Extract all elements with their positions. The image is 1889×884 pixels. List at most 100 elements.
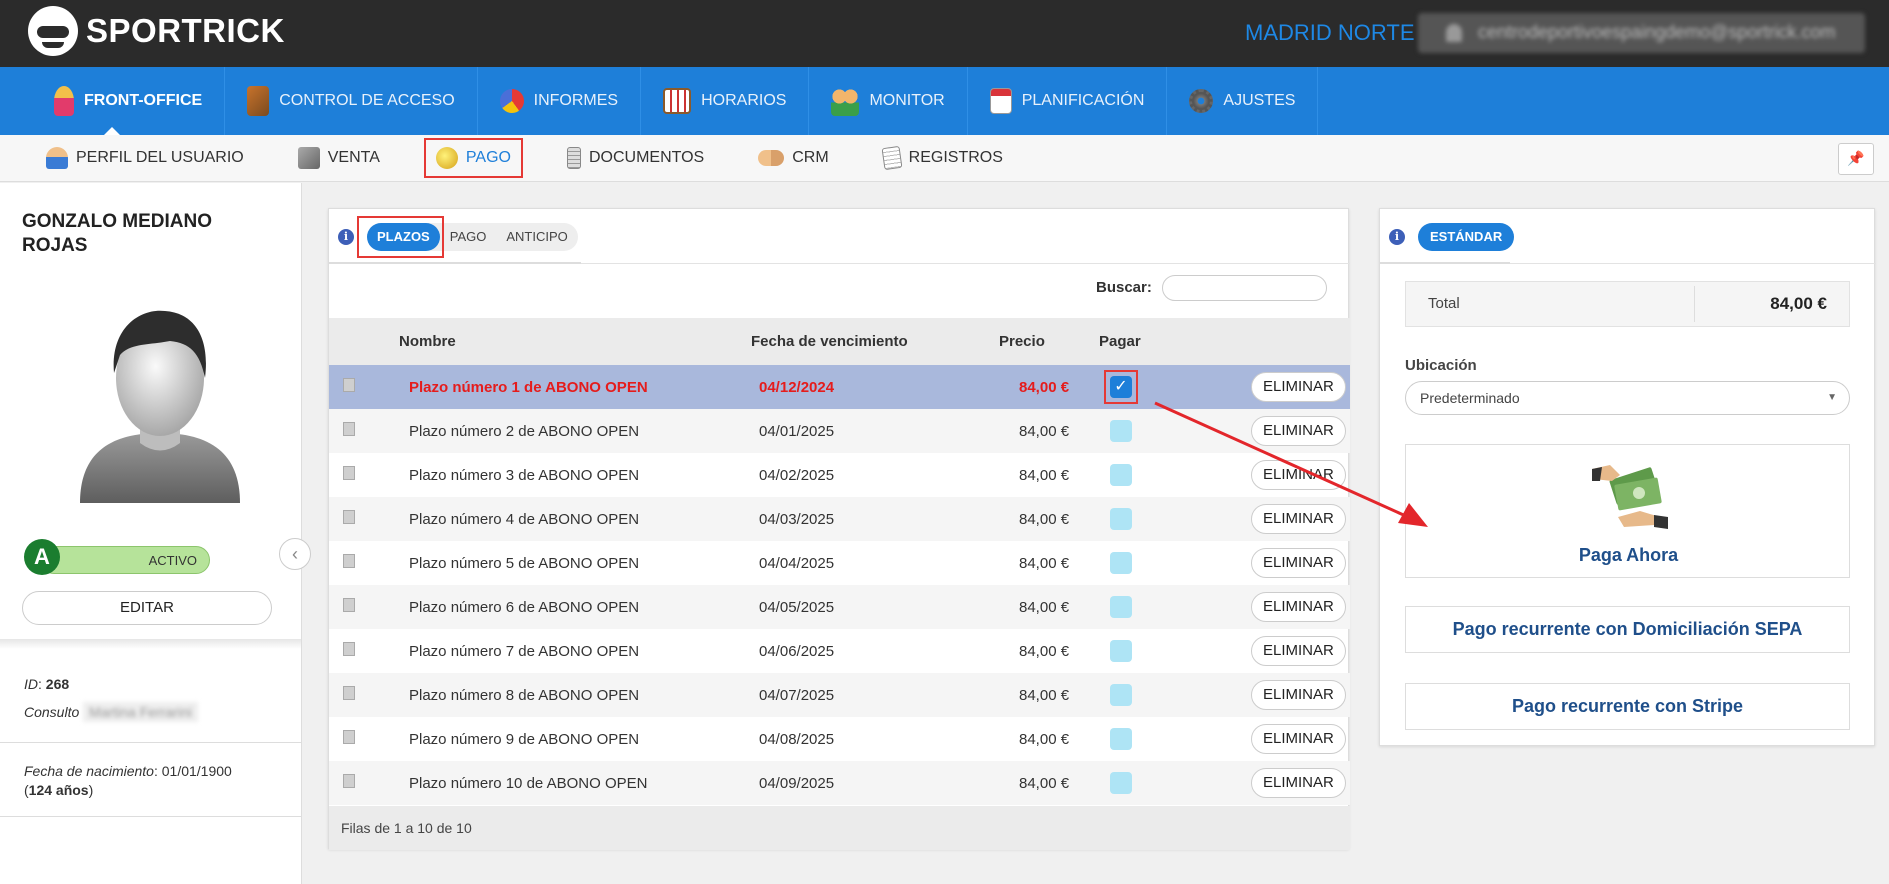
delete-button[interactable]: ELIMINAR (1251, 768, 1346, 798)
row-price: 84,00 € (999, 673, 1099, 717)
customer-birth: Fecha de nacimiento: 01/01/1900 (124 años… (24, 763, 232, 798)
edit-button[interactable]: EDITAR (22, 591, 272, 625)
checkout-tabs: i ESTÁNDAR (1380, 209, 1876, 264)
subnav-venta[interactable]: VENTA (288, 138, 390, 178)
cash-register-icon (297, 147, 320, 169)
row-icon-cell (329, 585, 399, 629)
subnav-perfil[interactable]: PERFIL DEL USUARIO (36, 138, 254, 178)
nav-monitor[interactable]: MONITOR (809, 67, 968, 135)
delete-button[interactable]: ELIMINAR (1251, 416, 1346, 446)
money-hands-icon (1592, 465, 1668, 529)
delete-button[interactable]: ELIMINAR (1251, 592, 1346, 622)
table-row[interactable]: Plazo número 3 de ABONO OPEN 04/02/2025 84… (329, 453, 1350, 497)
pay-checkbox[interactable] (1110, 552, 1132, 574)
sub-nav: PERFIL DEL USUARIO VENTA PAGO DOCUMENTOS… (0, 135, 1889, 182)
subnav-crm[interactable]: CRM (748, 138, 838, 178)
row-due-date: 04/06/2025 (759, 642, 835, 660)
coin-icon (435, 147, 458, 169)
id-value: 268 (45, 676, 70, 692)
table-row[interactable]: Plazo número 10 de ABONO OPEN 04/09/2025 8… (329, 761, 1350, 805)
row-price: 84,00 € (999, 497, 1099, 541)
customer-name: GONZALO MEDIANO ROJAS (22, 211, 212, 256)
pay-checkbox[interactable]: ✓ (1110, 376, 1132, 398)
delete-button[interactable]: ELIMINAR (1251, 548, 1346, 578)
nav-informes[interactable]: INFORMES (478, 67, 642, 135)
table-row[interactable]: Plazo número 5 de ABONO OPEN 04/04/2025 84… (329, 541, 1350, 585)
pie-chart-icon (499, 89, 524, 113)
delete-button[interactable]: ELIMINAR (1251, 504, 1346, 534)
pay-checkbox[interactable] (1110, 640, 1132, 662)
row-actions: ELIMINAR (1199, 585, 1350, 629)
pay-checkbox[interactable] (1110, 508, 1132, 530)
subnav-label: PERFIL DEL USUARIO (76, 149, 244, 166)
stripe-recurring-button[interactable]: Pago recurrente con Stripe (1405, 683, 1850, 730)
turnstile-icon (247, 86, 270, 116)
table-row[interactable]: Plazo número 8 de ABONO OPEN 04/07/2025 84… (329, 673, 1350, 717)
pay-checkbox[interactable] (1110, 464, 1132, 486)
delete-button[interactable]: ELIMINAR (1251, 372, 1346, 402)
row-name: Plazo número 3 de ABONO OPEN (409, 466, 640, 484)
row-price: 84,00 € (999, 585, 1099, 629)
installments-panel: i PLAZOS PAGO ANTICIPO Buscar: Nombre Fe… (328, 208, 1350, 850)
nav-horarios[interactable]: HORARIOS (641, 67, 810, 135)
subnav-documentos[interactable]: DOCUMENTOS (557, 138, 714, 178)
subnav-label: REGISTROS (908, 149, 1003, 166)
table-row[interactable]: Plazo número 9 de ABONO OPEN 04/08/2025 84… (329, 717, 1350, 761)
top-bar: SPORTRICK MADRID NORTE centrodeportivoes… (0, 0, 1889, 67)
delete-button[interactable]: ELIMINAR (1251, 680, 1346, 710)
header-fecha[interactable]: Fecha de vencimiento (751, 318, 999, 365)
pay-checkbox[interactable] (1110, 596, 1132, 618)
table-row[interactable]: Plazo número 4 de ABONO OPEN 04/03/2025 84… (329, 497, 1350, 541)
subnav-pago[interactable]: PAGO (423, 138, 523, 178)
delete-button[interactable]: ELIMINAR (1251, 724, 1346, 754)
pay-checkbox[interactable] (1110, 420, 1132, 442)
pay-checkbox[interactable] (1110, 772, 1132, 794)
row-icon-cell (329, 453, 399, 497)
header-nombre[interactable]: Nombre (399, 318, 751, 365)
center-name[interactable]: MADRID NORTE (1245, 20, 1415, 46)
header-pagar[interactable]: Pagar (1099, 318, 1199, 365)
row-price: 84,00 € (1019, 642, 1070, 660)
location-select[interactable]: Predeterminado ▼ (1405, 381, 1850, 415)
document-icon (343, 686, 355, 700)
total-box: Total 84,00 € (1405, 281, 1850, 327)
document-icon (343, 378, 355, 392)
table-row[interactable]: Plazo número 1 de ABONO OPEN 04/12/2024 84… (329, 365, 1350, 409)
row-name: Plazo número 5 de ABONO OPEN (409, 554, 640, 572)
chevron-down-icon: ▼ (1827, 392, 1837, 403)
tab-anticipo[interactable]: ANTICIPO (496, 223, 577, 251)
delete-button[interactable]: ELIMINAR (1251, 460, 1346, 490)
row-pay-cell (1099, 717, 1199, 761)
row-actions: ELIMINAR (1199, 497, 1350, 541)
delete-button[interactable]: ELIMINAR (1251, 636, 1346, 666)
info-icon[interactable]: i (338, 229, 354, 245)
tab-pago[interactable]: PAGO (440, 223, 497, 251)
table-row[interactable]: Plazo número 2 de ABONO OPEN 04/01/2025 84… (329, 409, 1350, 453)
pay-checkbox[interactable] (1110, 684, 1132, 706)
row-due-date: 04/03/2025 (751, 497, 999, 541)
table-row[interactable]: Plazo número 7 de ABONO OPEN 04/06/2025 84… (329, 629, 1350, 673)
row-name: Plazo número 6 de ABONO OPEN (399, 585, 751, 629)
info-icon[interactable]: i (1389, 229, 1405, 245)
nav-ajustes[interactable]: AJUSTES (1167, 67, 1319, 135)
collapse-sidebar-button[interactable]: ‹ (279, 538, 311, 570)
row-name: Plazo número 10 de ABONO OPEN (399, 761, 751, 805)
nav-front-office[interactable]: FRONT-OFFICE (0, 67, 226, 135)
document-icon (343, 422, 355, 436)
search-input[interactable] (1162, 275, 1327, 301)
table-row[interactable]: Plazo número 6 de ABONO OPEN 04/05/2025 84… (329, 585, 1350, 629)
pay-now-button[interactable]: Paga Ahora (1405, 444, 1850, 578)
header-precio[interactable]: Precio (999, 318, 1099, 365)
subnav-registros[interactable]: REGISTROS (873, 138, 1013, 178)
row-icon-cell (329, 717, 399, 761)
nav-planificacion[interactable]: PLANIFICACIÓN (968, 67, 1168, 135)
row-icon-cell (329, 365, 399, 409)
nav-control-acceso[interactable]: CONTROL DE ACCESO (225, 67, 478, 135)
user-account-field[interactable]: centrodeportivoespaingdemo@sportrick.com (1418, 13, 1865, 53)
pin-button[interactable]: 📌 (1838, 143, 1874, 175)
tab-estandar[interactable]: ESTÁNDAR (1418, 223, 1515, 251)
row-name: Plazo número 7 de ABONO OPEN (409, 642, 640, 660)
pay-checkbox[interactable] (1110, 728, 1132, 750)
sepa-recurring-button[interactable]: Pago recurrente con Domiciliación SEPA (1405, 606, 1850, 653)
brand-logo[interactable]: SPORTRICK (28, 6, 285, 56)
